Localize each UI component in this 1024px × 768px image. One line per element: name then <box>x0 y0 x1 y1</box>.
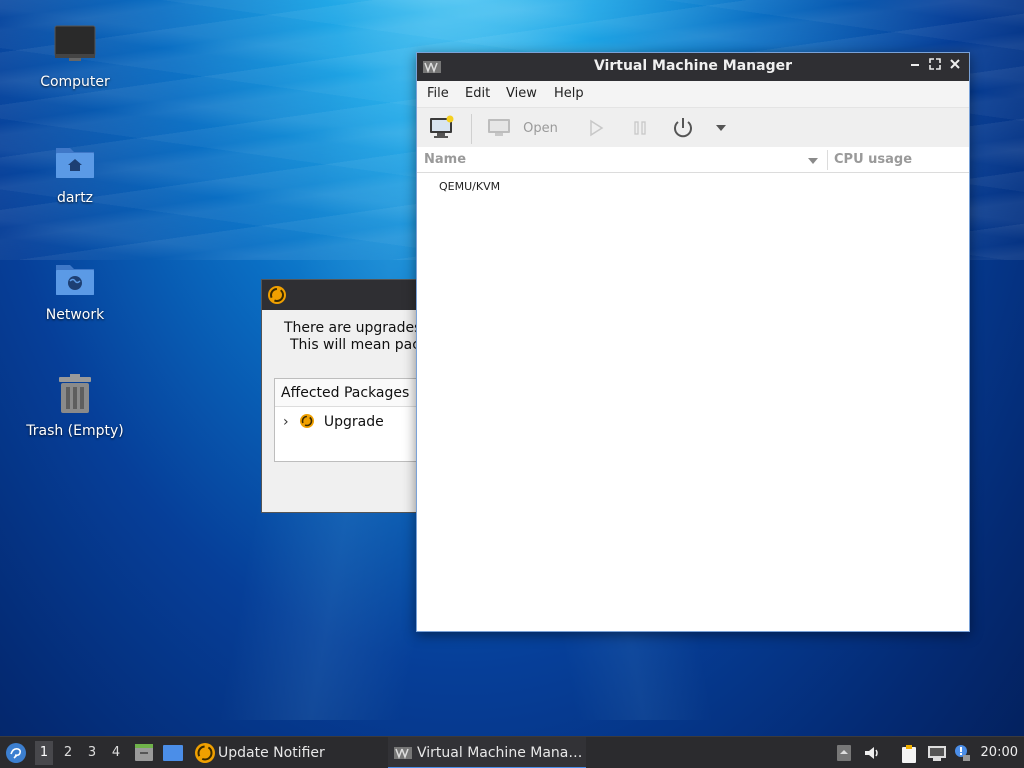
column-header-cpu-usage[interactable]: CPU usage <box>834 152 912 167</box>
menubar: File Edit View Help <box>417 81 969 107</box>
pause-icon <box>634 121 646 135</box>
expander-icon[interactable]: › <box>283 414 295 430</box>
file-manager-launcher[interactable] <box>134 743 154 767</box>
open-button-label: Open <box>523 120 558 136</box>
show-desktop-button[interactable] <box>162 744 184 766</box>
menu-file[interactable]: File <box>427 86 449 101</box>
affected-packages-list[interactable]: Affected Packages › Upgrade <box>274 378 424 462</box>
vmm-app-icon <box>394 747 412 763</box>
network-folder-icon <box>53 257 97 301</box>
vm-list[interactable]: QEMU/KVM <box>417 173 969 631</box>
clock[interactable]: 20:00 <box>981 745 1018 760</box>
home-folder-icon <box>53 140 97 184</box>
update-icon <box>299 413 315 433</box>
update-notifier-dialog[interactable]: There are upgrades This will mean pack A… <box>261 279 431 513</box>
update-icon <box>194 742 216 768</box>
close-button[interactable] <box>947 58 963 74</box>
monitor-icon <box>53 24 97 68</box>
toolbar: Open <box>417 107 969 147</box>
lxqt-logo-icon <box>6 743 26 763</box>
workspace-2[interactable]: 2 <box>59 745 77 760</box>
vmm-titlebar[interactable]: Virtual Machine Manager <box>417 53 969 81</box>
desktop-icon-home[interactable]: dartz <box>15 140 135 206</box>
file-manager-icon <box>135 744 153 761</box>
taskbar: 1 2 3 4 Update Notifier Virtual Machine … <box>0 736 1024 768</box>
package-row-label: Upgrade <box>323 414 384 430</box>
tray-expand-icon[interactable] <box>835 744 853 762</box>
task-label: Virtual Machine Mana… <box>417 745 583 761</box>
task-virtual-machine-manager[interactable]: Virtual Machine Mana… <box>388 737 586 768</box>
task-update-notifier[interactable]: Update Notifier <box>192 737 372 768</box>
console-icon <box>488 119 510 136</box>
desktop-icon-label: Trash (Empty) <box>26 423 124 439</box>
run-button[interactable] <box>587 119 605 141</box>
new-vm-button[interactable] <box>429 115 455 143</box>
package-row-upgrade[interactable]: › Upgrade <box>283 413 384 433</box>
play-icon <box>590 119 604 137</box>
column-separator[interactable] <box>827 150 828 170</box>
volume-icon[interactable] <box>863 744 881 762</box>
power-icon <box>674 118 692 138</box>
dialog-titlebar[interactable] <box>262 280 430 310</box>
start-menu-button[interactable] <box>5 742 27 768</box>
vm-list-header: Name CPU usage <box>417 147 969 173</box>
pause-button[interactable] <box>631 119 649 141</box>
shutdown-menu-button[interactable] <box>715 122 727 137</box>
menu-edit[interactable]: Edit <box>465 86 490 101</box>
update-available-icon[interactable] <box>953 744 971 762</box>
update-icon <box>267 285 287 309</box>
connection-row-qemu-kvm[interactable]: QEMU/KVM <box>439 180 500 193</box>
maximize-button[interactable] <box>927 58 943 74</box>
toolbar-separator <box>471 114 472 144</box>
column-header-name[interactable]: Name <box>424 152 466 167</box>
trash-icon <box>53 373 97 417</box>
workspace-1[interactable]: 1 <box>35 741 53 765</box>
desktop-icon-label: dartz <box>56 190 94 206</box>
workspace-3[interactable]: 3 <box>83 745 101 760</box>
desktop-icon-label: Computer <box>40 74 110 90</box>
new-vm-icon <box>430 115 454 138</box>
chevron-down-icon <box>716 125 726 131</box>
menu-help[interactable]: Help <box>554 86 584 101</box>
network-status-icon[interactable] <box>927 744 946 762</box>
minimize-button[interactable] <box>907 58 923 74</box>
desktop-icon-label: Network <box>45 307 105 323</box>
desktop-icon <box>163 745 183 761</box>
desktop-icon-network[interactable]: Network <box>15 257 135 323</box>
sort-arrow-icon[interactable] <box>807 155 819 170</box>
dialog-message-line2: This will mean pack <box>290 337 429 353</box>
menu-view[interactable]: View <box>506 86 537 101</box>
dialog-message-line1: There are upgrades <box>284 320 422 336</box>
window-title: Virtual Machine Manager <box>593 58 793 74</box>
open-button[interactable]: Open <box>487 117 558 139</box>
task-label: Update Notifier <box>218 745 325 761</box>
vmm-window[interactable]: Virtual Machine Manager File Edit View H… <box>416 52 970 632</box>
affected-packages-header[interactable]: Affected Packages <box>275 379 423 407</box>
shutdown-button[interactable] <box>671 116 695 144</box>
workspace-4[interactable]: 4 <box>107 745 125 760</box>
desktop-icon-computer[interactable]: Computer <box>15 24 135 90</box>
desktop-icon-trash[interactable]: Trash (Empty) <box>15 373 135 439</box>
clipboard-icon[interactable] <box>900 744 918 763</box>
